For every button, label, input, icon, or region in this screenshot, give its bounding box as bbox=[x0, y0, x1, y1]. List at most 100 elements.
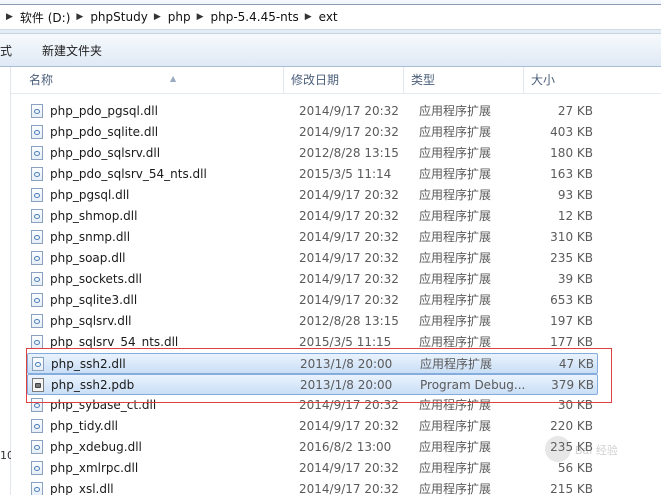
column-header-type[interactable]: 类型 bbox=[403, 67, 523, 93]
dll-icon bbox=[31, 188, 43, 202]
file-type: 应用程序扩展 bbox=[419, 293, 492, 307]
column-header-size[interactable]: 大小 bbox=[523, 67, 603, 93]
file-size: 47 KB bbox=[558, 357, 594, 371]
file-type: 应用程序扩展 bbox=[419, 188, 492, 202]
file-date: 2016/8/2 13:00 bbox=[299, 440, 392, 454]
file-row[interactable]: php_sqlsrv_54_nts.dll 2015/3/5 11:15 应用程序扩… bbox=[27, 332, 598, 353]
file-row[interactable]: php_pdo_sqlsrv_54_nts.dll 2015/3/5 11:14 应… bbox=[27, 164, 598, 185]
chevron-right-icon[interactable]: ▶ bbox=[0, 12, 20, 22]
file-row[interactable]: php_xmlrpc.dll 2014/9/17 20:32 应用程序扩展 56 KB bbox=[27, 458, 598, 479]
dll-icon bbox=[31, 440, 43, 454]
file-name: php_shmop.dll bbox=[50, 209, 138, 223]
file-date: 2013/1/8 20:00 bbox=[300, 378, 393, 392]
file-row[interactable]: php_xsl.dll 2014/9/17 20:32 应用程序扩展 215 KB bbox=[27, 479, 598, 495]
file-type: 应用程序扩展 bbox=[419, 209, 492, 223]
file-name: php_pdo_sqlsrv.dll bbox=[50, 146, 161, 160]
file-type: 应用程序扩展 bbox=[419, 146, 492, 160]
file-size: 403 KB bbox=[550, 125, 593, 139]
file-size: 163 KB bbox=[550, 167, 593, 181]
file-name: php_sqlsrv.dll bbox=[50, 314, 132, 328]
file-row[interactable]: php_pdo_pgsql.dll 2014/9/17 20:32 应用程序扩展 27… bbox=[27, 101, 598, 122]
file-type: 应用程序扩展 bbox=[419, 167, 492, 181]
file-date: 2012/8/28 13:15 bbox=[299, 314, 399, 328]
chevron-right-icon[interactable]: ▶ bbox=[70, 12, 90, 22]
dll-icon bbox=[31, 314, 43, 328]
toolbar-item-partial[interactable]: 式 bbox=[0, 42, 12, 59]
breadcrumb-item-php[interactable]: php bbox=[168, 10, 191, 24]
file-name: php_pdo_sqlsrv_54_nts.dll bbox=[50, 167, 207, 181]
dll-icon bbox=[32, 357, 44, 371]
file-date: 2015/3/5 11:14 bbox=[299, 167, 392, 181]
chevron-right-icon[interactable]: ▶ bbox=[299, 12, 319, 22]
file-date: 2014/9/17 20:32 bbox=[299, 188, 399, 202]
file-name: php_sqlite3.dll bbox=[50, 293, 138, 307]
file-size: 235 KB bbox=[550, 440, 593, 454]
navigation-pane[interactable] bbox=[0, 67, 11, 495]
file-row[interactable]: php_shmop.dll 2014/9/17 20:32 应用程序扩展 12 KB bbox=[27, 206, 598, 227]
file-row[interactable]: php_pgsql.dll 2014/9/17 20:32 应用程序扩展 93 KB bbox=[27, 185, 598, 206]
file-size: 220 KB bbox=[550, 419, 593, 433]
breadcrumb-item-ext[interactable]: ext bbox=[319, 10, 338, 24]
chevron-right-icon[interactable]: ▶ bbox=[148, 12, 168, 22]
file-name: php_snmp.dll bbox=[50, 230, 131, 244]
file-date: 2014/9/17 20:32 bbox=[299, 125, 399, 139]
breadcrumb[interactable]: ▶ 软件 (D:) ▶ phpStudy ▶ php ▶ php-5.4.45-… bbox=[0, 4, 661, 30]
chevron-right-icon[interactable]: ▶ bbox=[191, 12, 211, 22]
file-date: 2012/8/28 13:15 bbox=[299, 146, 399, 160]
file-row[interactable]: php_pdo_sqlsrv.dll 2012/8/28 13:15 应用程序扩展 1… bbox=[27, 143, 598, 164]
column-name-label: 名称 bbox=[29, 73, 54, 87]
dll-icon bbox=[31, 461, 43, 475]
file-row[interactable]: php_soap.dll 2014/9/17 20:32 应用程序扩展 235 KB bbox=[27, 248, 598, 269]
file-row[interactable]: php_sybase_ct.dll 2014/9/17 20:32 应用程序扩展 30… bbox=[27, 395, 598, 416]
file-row[interactable]: php_tidy.dll 2014/9/17 20:32 应用程序扩展 220 KB bbox=[27, 416, 598, 437]
breadcrumb-item-drive[interactable]: 软件 (D:) bbox=[20, 9, 70, 26]
file-type: 应用程序扩展 bbox=[419, 335, 492, 349]
file-size: 177 KB bbox=[550, 335, 593, 349]
file-date: 2014/9/17 20:32 bbox=[299, 419, 399, 433]
file-size: 235 KB bbox=[550, 251, 593, 265]
dll-icon bbox=[31, 251, 43, 265]
file-name: php_pdo_sqlite.dll bbox=[50, 125, 159, 139]
file-date: 2014/9/17 20:32 bbox=[299, 461, 399, 475]
file-row[interactable]: php_ssh2.pdb 2013/1/8 20:00 Program Debug.… bbox=[27, 374, 598, 395]
file-row[interactable]: php_xdebug.dll 2016/8/2 13:00 应用程序扩展 235 KB bbox=[27, 437, 598, 458]
file-date: 2015/3/5 11:15 bbox=[299, 335, 392, 349]
file-name: php_soap.dll bbox=[50, 251, 126, 265]
file-row[interactable]: php_ssh2.dll 2013/1/8 20:00 应用程序扩展 47 KB bbox=[27, 353, 598, 374]
dll-icon bbox=[31, 167, 43, 181]
file-size: 653 KB bbox=[550, 293, 593, 307]
column-header-name[interactable]: 名称 ▲ bbox=[22, 67, 289, 93]
file-name: php_ssh2.dll bbox=[51, 357, 126, 371]
file-size: 215 KB bbox=[550, 482, 593, 495]
file-type: 应用程序扩展 bbox=[419, 314, 492, 328]
dll-icon bbox=[31, 293, 43, 307]
file-size: 197 KB bbox=[550, 314, 593, 328]
address-bar: ▶ 软件 (D:) ▶ phpStudy ▶ php ▶ php-5.4.45-… bbox=[0, 0, 661, 34]
dll-icon bbox=[31, 272, 43, 286]
file-date: 2014/9/17 20:32 bbox=[299, 272, 399, 286]
column-type-label: 类型 bbox=[411, 73, 436, 87]
file-row[interactable]: php_snmp.dll 2014/9/17 20:32 应用程序扩展 310 KB bbox=[27, 227, 598, 248]
breadcrumb-item-phpstudy[interactable]: phpStudy bbox=[90, 10, 148, 24]
file-row[interactable]: php_sqlsrv.dll 2012/8/28 13:15 应用程序扩展 197 K… bbox=[27, 311, 598, 332]
file-row[interactable]: php_pdo_sqlite.dll 2014/9/17 20:32 应用程序扩展 4… bbox=[27, 122, 598, 143]
file-list[interactable]: php_pdo_pgsql.dll 2014/9/17 20:32 应用程序扩展 27… bbox=[11, 67, 661, 495]
new-folder-button[interactable]: 新建文件夹 bbox=[42, 42, 102, 59]
dll-icon bbox=[31, 230, 43, 244]
file-size: 379 KB bbox=[551, 378, 594, 392]
file-name: php_xdebug.dll bbox=[50, 440, 142, 454]
file-size: 93 KB bbox=[557, 188, 593, 202]
file-row[interactable]: php_sqlite3.dll 2014/9/17 20:32 应用程序扩展 653 … bbox=[27, 290, 598, 311]
file-size: 30 KB bbox=[557, 398, 593, 412]
column-header-date[interactable]: 修改日期 bbox=[283, 67, 403, 93]
column-size-label: 大小 bbox=[531, 73, 556, 87]
file-row[interactable]: php_sockets.dll 2014/9/17 20:32 应用程序扩展 39 K… bbox=[27, 269, 598, 290]
file-type: 应用程序扩展 bbox=[420, 357, 493, 371]
breadcrumb-item-php-version[interactable]: php-5.4.45-nts bbox=[211, 10, 299, 24]
file-name: php_ssh2.pdb bbox=[51, 378, 135, 392]
file-date: 2014/9/17 20:32 bbox=[299, 398, 399, 412]
file-type: 应用程序扩展 bbox=[419, 272, 492, 286]
column-header: 名称 ▲ 修改日期 类型 大小 bbox=[11, 67, 661, 94]
file-name: php_pgsql.dll bbox=[50, 188, 130, 202]
sort-up-icon: ▲ bbox=[170, 74, 177, 83]
